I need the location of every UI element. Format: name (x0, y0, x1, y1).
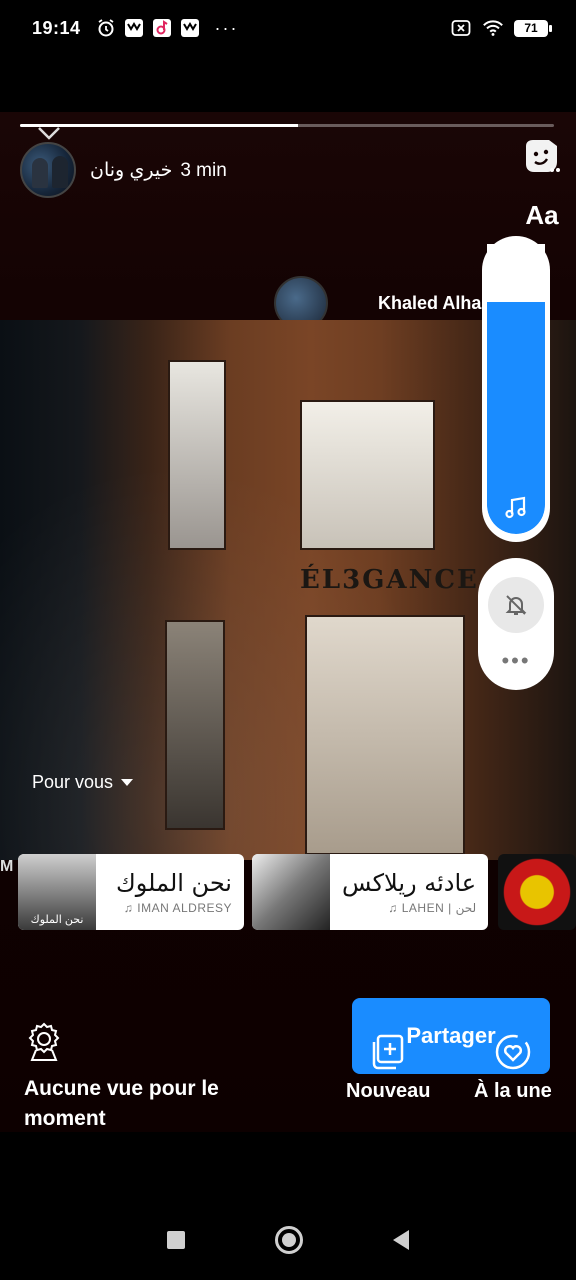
music-tracks-row: M نحن الملوك نحن الملوك ♫ IMAN ALDRESY ع… (0, 852, 576, 932)
track-info: عادئه ريلاكس ♫ LAHEN | لحن (330, 854, 488, 930)
volume-track (487, 244, 545, 534)
more-notifications-indicator: ··· (214, 17, 239, 38)
chevron-down-icon (121, 779, 134, 786)
music-track-card[interactable]: نحن الملوك نحن الملوك ♫ IMAN ALDRESY (18, 854, 244, 930)
highlight-heart-icon (495, 1034, 531, 1070)
views-status-text: Aucune vue pour le moment (24, 1077, 219, 1130)
alarm-icon (95, 17, 117, 39)
avatar-person-shape (52, 156, 68, 188)
system-navigation-bar (0, 1200, 576, 1280)
track-artist-name: LAHEN | لحن (401, 901, 477, 915)
status-bar: 19:14 ··· 71 (0, 0, 576, 56)
photo-window (300, 400, 435, 550)
track-artist-name: IMAN ALDRESY (137, 901, 232, 915)
track-title: عادئه ريلاكس (342, 869, 477, 897)
story-progress-bar (20, 124, 554, 127)
views-icon[interactable] (24, 1020, 64, 1062)
photo-window (305, 615, 465, 855)
music-note-icon: ♫ (123, 901, 134, 915)
feature-highlight-button[interactable]: À la une (474, 1032, 552, 1103)
status-system-icons: 71 (450, 17, 552, 39)
back-button[interactable] (393, 1230, 409, 1250)
volume-slider[interactable] (482, 236, 550, 542)
home-button[interactable] (275, 1226, 303, 1254)
track-thumbnail (252, 854, 330, 930)
mute-notifications-button[interactable] (488, 576, 544, 633)
feed-selector-label: Pour vous (32, 772, 114, 792)
story-header: خيري ونان 3 min (20, 142, 227, 198)
sticker-icon[interactable] (520, 134, 564, 178)
post-author-name: Khaled Alha (378, 292, 482, 313)
app-notification-icon (123, 17, 145, 39)
music-note-icon (505, 496, 526, 519)
track-artist: ♫ LAHEN | لحن (388, 901, 476, 915)
wifi-icon (482, 17, 504, 39)
track-thumbnail: نحن الملوك (18, 854, 96, 930)
volume-options-panel: ••• (478, 558, 554, 690)
story-tools: Aa (520, 134, 564, 231)
battery-indicator: 71 (514, 19, 552, 37)
track-title: نحن الملوك (115, 869, 232, 897)
sim-off-icon (450, 17, 472, 39)
track-info: نحن الملوك ♫ IMAN ALDRESY (96, 854, 244, 930)
new-highlight-label: Nouveau (346, 1080, 431, 1102)
story-user-info: خيري ونان 3 min (90, 159, 227, 182)
app-notification-icon-2 (179, 17, 201, 39)
photo-shop-sign: ÉL3GANCE (300, 565, 479, 595)
track-thumb-caption: نحن الملوك (30, 914, 84, 926)
music-app-notification-icon (151, 17, 173, 39)
story-avatar[interactable] (20, 142, 76, 198)
more-options-icon[interactable]: ••• (501, 649, 530, 672)
bell-off-icon (505, 594, 527, 615)
photo-window (165, 620, 225, 830)
status-time: 19:14 (32, 17, 81, 38)
recent-apps-button[interactable] (167, 1231, 185, 1249)
story-progress-segment (20, 124, 554, 127)
feature-highlight-label: À la une (474, 1080, 552, 1102)
story-time-ago: 3 min (180, 159, 227, 181)
track-artist: ♫ IMAN ALDRESY (124, 901, 232, 915)
music-note-icon: ♫ (388, 901, 398, 915)
music-track-card-partial[interactable] (498, 854, 576, 930)
add-to-collection-icon (372, 1034, 404, 1070)
track-clipped-left[interactable]: M (0, 854, 18, 930)
new-highlight-button[interactable]: Nouveau (346, 1032, 430, 1103)
text-tool-button[interactable]: Aa (525, 200, 558, 231)
status-notification-icons (95, 17, 201, 39)
story-user-name[interactable]: خيري ونان (90, 159, 172, 182)
avatar-person-shape (32, 158, 48, 188)
music-track-card[interactable]: عادئه ريلاكس ♫ LAHEN | لحن (252, 854, 488, 930)
photo-window (168, 360, 226, 550)
feed-selector[interactable]: Pour vous (32, 772, 134, 793)
